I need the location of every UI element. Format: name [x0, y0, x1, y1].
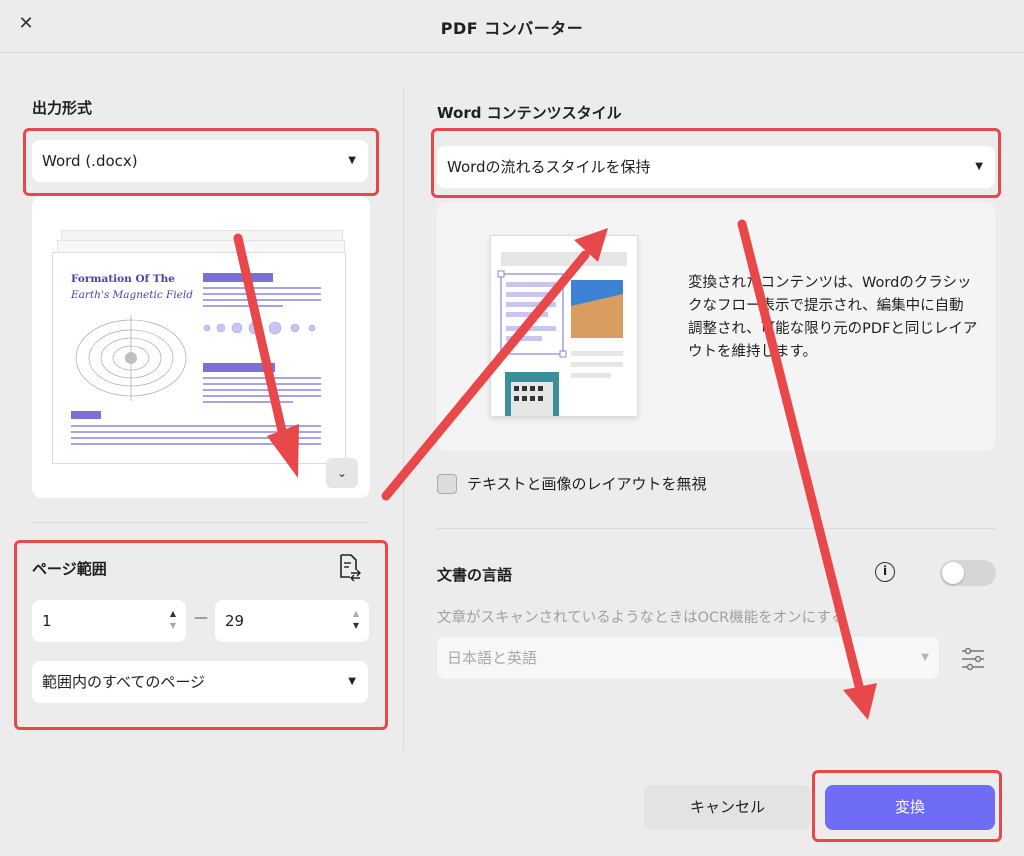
chevron-down-icon[interactable]: ⌄ [326, 458, 358, 488]
info-icon[interactable]: i [875, 562, 895, 582]
sliders-icon[interactable] [960, 646, 986, 672]
preview-page: Formation Of The Earth's Magnetic Field [52, 252, 346, 464]
page-range-label: ページ範囲 [32, 560, 107, 578]
content-style-description: 変換されたコンテンツは、Wordのクラシックなフロー表示で提示され、編集中に自動… [688, 275, 978, 360]
page-to-input[interactable]: 29 ▲ ▼ [215, 600, 369, 642]
output-format-label: 出力形式 [32, 99, 93, 117]
page-to-stepper[interactable]: ▲ ▼ [351, 608, 361, 632]
page-scope-value: 範囲内のすべてのページ [42, 673, 206, 691]
content-style-label: Word コンテンツスタイル [437, 104, 622, 122]
caret-down-icon: ▼ [975, 161, 983, 172]
content-style-select[interactable]: Wordの流れるスタイルを保持 ▼ [437, 146, 995, 188]
page-from-value: 1 [42, 612, 52, 630]
caret-down-icon: ▼ [348, 676, 356, 687]
page-scope-select[interactable]: 範囲内のすべてのページ ▼ [32, 661, 368, 703]
caret-down-icon: ▼ [348, 155, 356, 166]
caret-down-icon: ▼ [921, 652, 929, 663]
left-divider [32, 522, 370, 523]
ignore-layout-label: テキストと画像のレイアウトを無視 [467, 475, 707, 493]
ocr-toggle[interactable] [940, 560, 996, 586]
flow-style-illustration [490, 235, 638, 417]
ignore-layout-checkbox[interactable] [437, 474, 457, 494]
cancel-button[interactable]: キャンセル [644, 785, 811, 830]
right-divider [437, 528, 995, 529]
toggle-knob [942, 562, 964, 584]
title-bar: ✕ PDF コンバーター [0, 0, 1024, 53]
layout-illustration [497, 252, 627, 416]
preview-page-illustration [71, 273, 321, 445]
output-format-select[interactable]: Word (.docx) ▼ [32, 140, 368, 182]
page-from-stepper[interactable]: ▲ ▼ [168, 608, 178, 632]
output-format-value: Word (.docx) [42, 152, 138, 170]
page-to-value: 29 [225, 612, 245, 630]
language-value: 日本語と英語 [447, 649, 538, 667]
document-language-label: 文書の言語 [437, 566, 513, 584]
language-select[interactable]: 日本語と英語 ▼ [437, 637, 939, 679]
arrow-head [843, 683, 877, 720]
page-swap-icon[interactable] [336, 552, 362, 582]
range-separator: — [194, 610, 208, 626]
content-style-value: Wordの流れるスタイルを保持 [447, 158, 651, 176]
page-from-input[interactable]: 1 ▲ ▼ [32, 600, 186, 642]
ocr-hint: 文章がスキャンされているようなときはOCR機能をオンにする [437, 610, 846, 626]
column-divider [403, 86, 404, 750]
dialog-title: PDF コンバーター [440, 19, 584, 38]
convert-button[interactable]: 変換 [825, 785, 995, 830]
